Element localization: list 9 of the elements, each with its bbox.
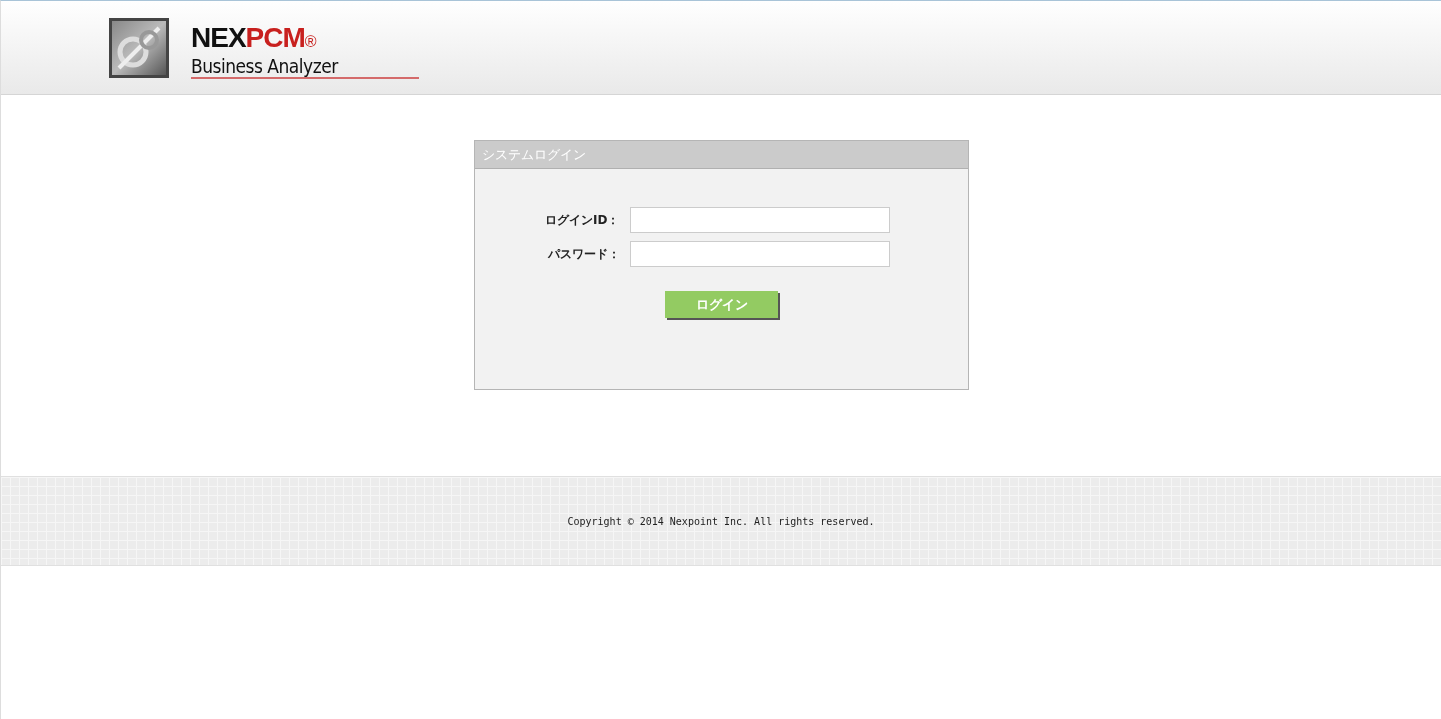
field-label: パスワード： bbox=[546, 245, 620, 263]
login-button[interactable]: ログイン bbox=[665, 291, 778, 318]
brand-name: NEXPCM® bbox=[191, 24, 318, 55]
product-name: Business Analyzer bbox=[191, 54, 340, 77]
input-field[interactable] bbox=[629, 207, 890, 233]
input-field[interactable] bbox=[629, 241, 890, 267]
logo-icon bbox=[109, 17, 169, 78]
field-label: ログインID： bbox=[544, 211, 620, 229]
copyright-text: Copyright © 2014 Nexpoint Inc. All rights reserved. bbox=[567, 515, 875, 527]
